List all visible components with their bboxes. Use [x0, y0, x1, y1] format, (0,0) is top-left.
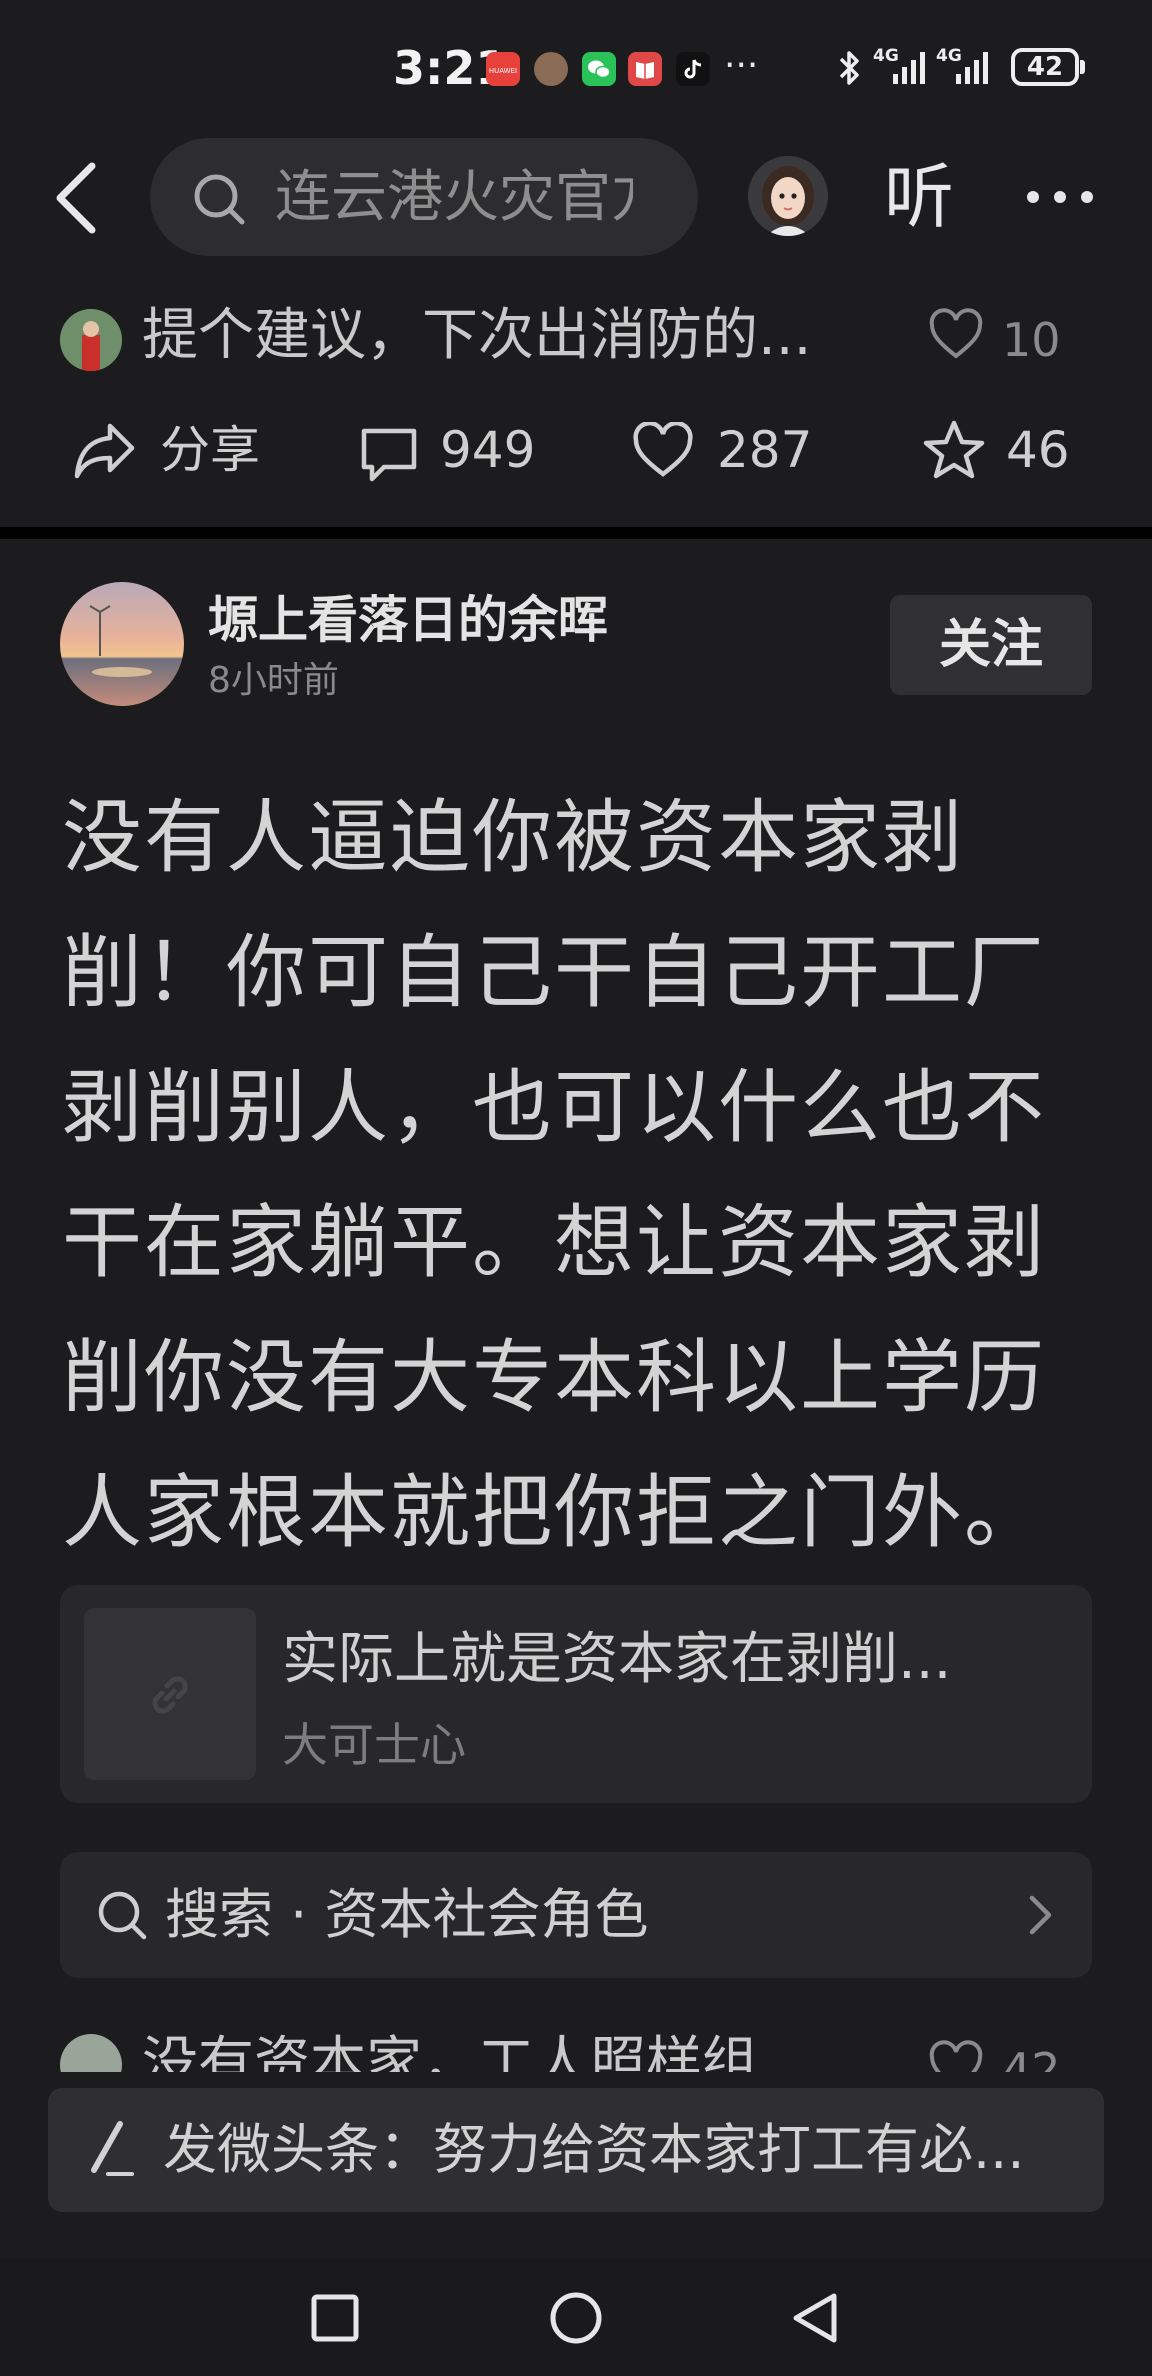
compose-prompt[interactable]: 发微头条：努力给资本家打工有必... [163, 2112, 1025, 2188]
battery-indicator: 42 [1011, 48, 1079, 86]
reader-icon [628, 52, 662, 86]
share-icon[interactable] [72, 420, 138, 484]
home-circle-icon[interactable] [548, 2290, 604, 2350]
commenter-avatar[interactable] [60, 309, 122, 371]
back-arrow-icon[interactable] [48, 158, 108, 242]
top-comment-text[interactable]: 提个建议，下次出消防的... [142, 296, 811, 376]
link-card-source: 大可士心 [282, 1718, 466, 1772]
recents-square-icon[interactable] [310, 2293, 360, 2347]
share-button[interactable]: 分享 [160, 415, 260, 485]
post-body: 没有人逼迫你被资本家剥削！你可自己干自己开工厂剥削别人，也可以什么也不干在家躺平… [62, 791, 1046, 1559]
more-icon[interactable] [1024, 182, 1096, 216]
favorite-count[interactable]: 46 [1006, 415, 1070, 485]
link-icon [140, 1665, 200, 1729]
pen-icon [84, 2118, 140, 2186]
next-comment-peek[interactable]: 没有资本家，工人照样组 42 [0, 2030, 1152, 2072]
wechat-icon [582, 52, 616, 86]
favorite-star-icon[interactable] [922, 418, 986, 486]
follow-button[interactable]: 关注 [890, 595, 1092, 695]
next-commenter-avatar[interactable] [60, 2034, 122, 2072]
battery-tip [1080, 60, 1085, 74]
bluetooth-icon [836, 48, 862, 92]
next-comment-likes: 42 [1002, 2043, 1061, 2072]
listen-button[interactable]: 听 [884, 152, 954, 242]
next-comment-text[interactable]: 没有资本家，工人照样组 [142, 2030, 758, 2072]
author-avatar[interactable] [60, 582, 184, 706]
signal-strength-2-icon [956, 50, 988, 84]
author-name[interactable]: 塬上看落日的余晖 [208, 585, 608, 655]
heart-icon[interactable] [928, 308, 984, 368]
back-triangle-icon[interactable] [790, 2290, 840, 2350]
related-search-icon [92, 1885, 152, 1949]
comment-count[interactable]: 949 [440, 415, 535, 485]
user-avatar[interactable] [748, 156, 828, 236]
post-timestamp: 8小时前 [208, 660, 339, 701]
status-overflow: ··· [724, 45, 759, 86]
section-divider [0, 527, 1152, 539]
comment-icon[interactable] [358, 425, 420, 487]
svg-text:HUAWEI: HUAWEI [489, 67, 517, 75]
link-card-title[interactable]: 实际上就是资本家在剥削... [282, 1620, 951, 1700]
search-query[interactable]: 连云港火灾官方 [275, 158, 633, 238]
top-comment-likes: 10 [1002, 313, 1061, 367]
related-search-label[interactable]: 搜索 · 资本社会角色 [165, 1877, 649, 1953]
photo-app-icon [534, 52, 568, 86]
next-comment-heart-icon[interactable] [928, 2040, 984, 2072]
tiktok-icon [676, 52, 710, 86]
search-icon [190, 170, 250, 234]
like-icon[interactable] [632, 420, 694, 484]
huawei-appgallery-icon: HUAWEI [486, 52, 520, 86]
chevron-right-icon [1022, 1890, 1058, 1944]
signal-strength-1-icon [893, 50, 925, 84]
like-count[interactable]: 287 [717, 415, 812, 485]
